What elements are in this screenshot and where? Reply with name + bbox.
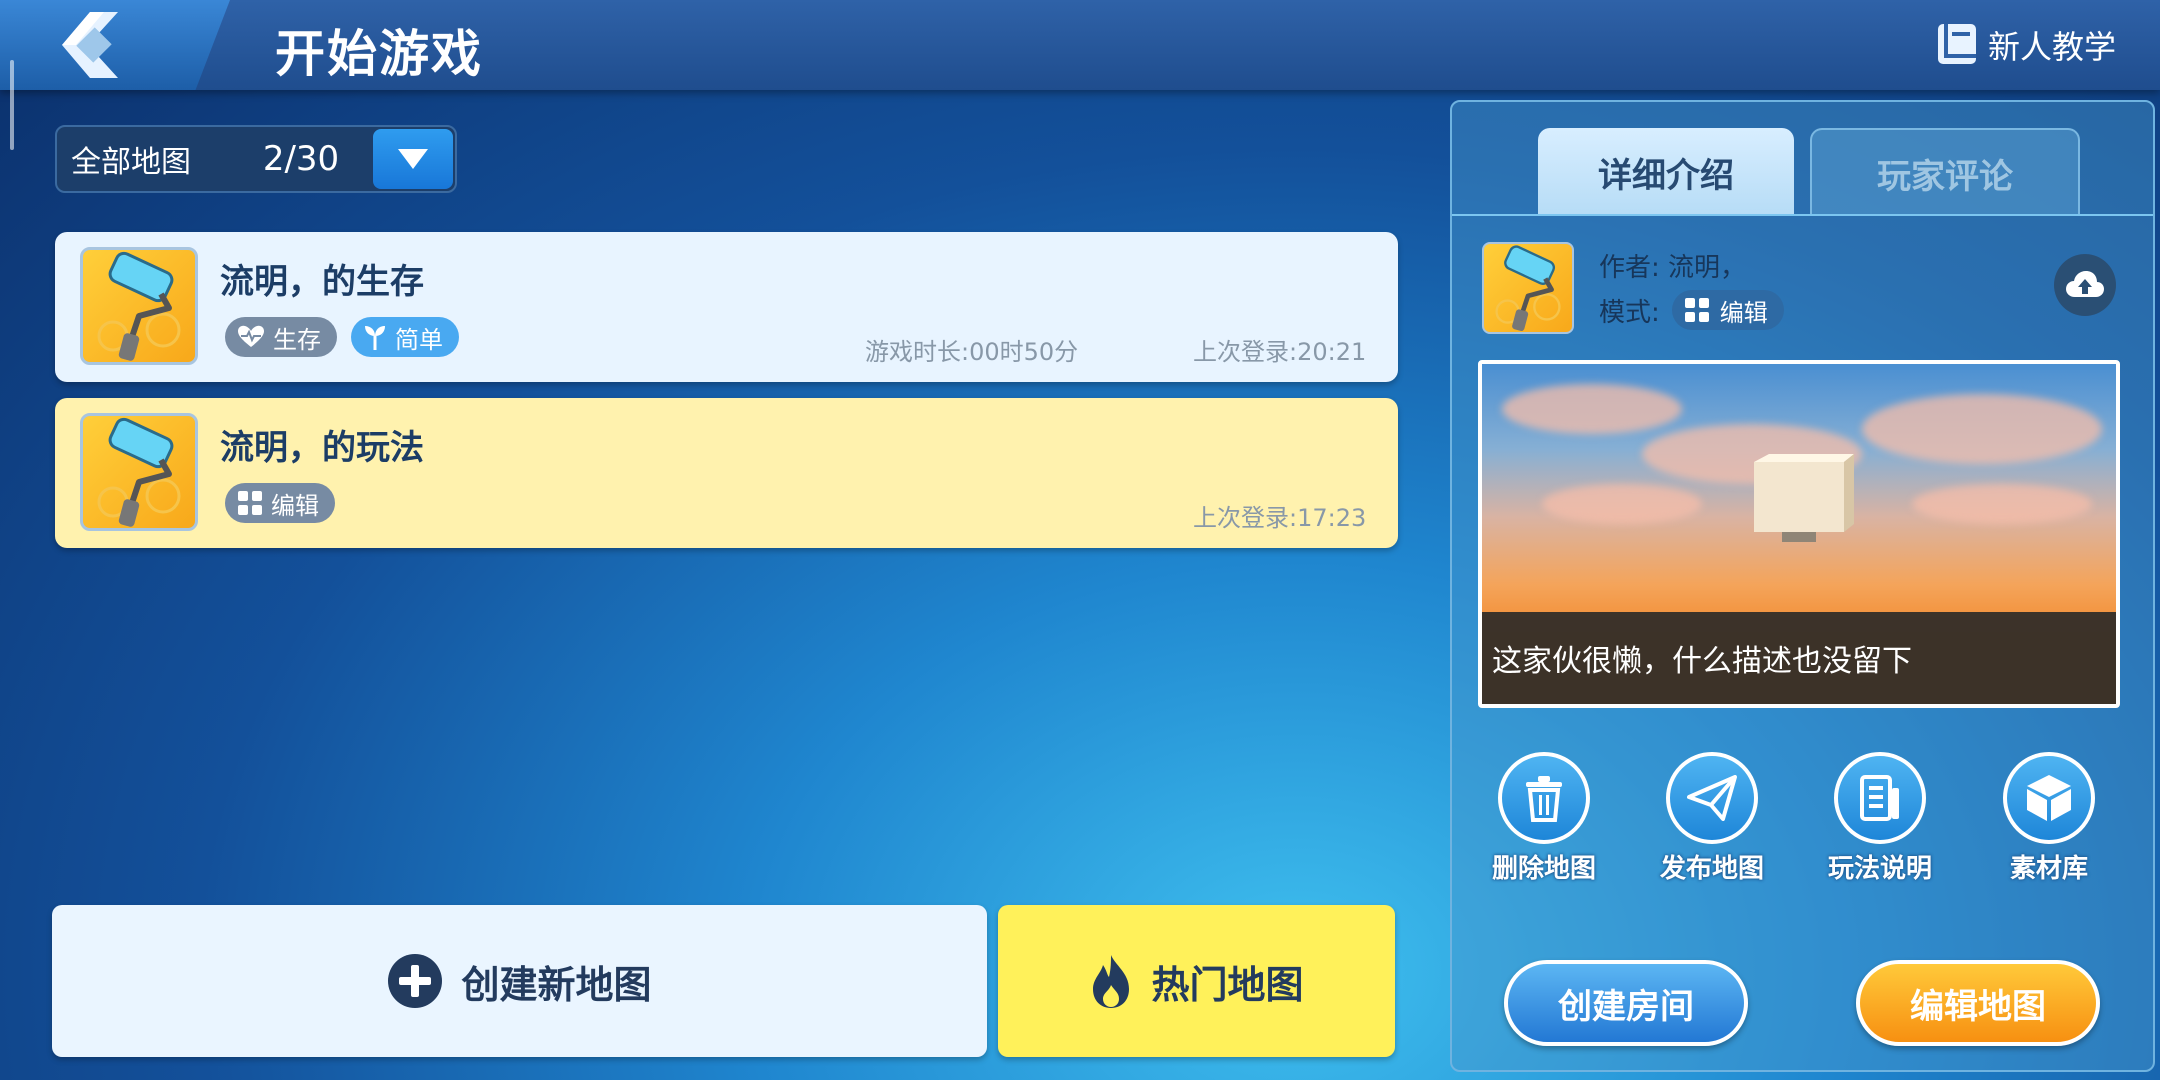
plus-circle-icon xyxy=(388,954,443,1008)
last-login: 上次登录:17:23 xyxy=(1193,504,1367,532)
publish-map-button[interactable]: 发布地图 xyxy=(1642,752,1782,885)
upload-button[interactable] xyxy=(2054,254,2116,316)
tutorial-button[interactable]: 新人教学 xyxy=(1936,20,2116,70)
map-list-item-selected[interactable]: 流明，的玩法 编辑 上次登录:17:23 xyxy=(55,398,1398,548)
last-login: 上次登录:20:21 xyxy=(1193,338,1367,366)
cloud xyxy=(1542,484,1702,524)
dropdown-button[interactable] xyxy=(373,129,453,189)
action-label: 玩法说明 xyxy=(1827,854,1932,884)
cloud xyxy=(1912,484,2092,524)
trash-icon xyxy=(1526,776,1562,822)
flame-icon xyxy=(1093,955,1130,1008)
mode-badge: 编辑 xyxy=(1671,290,1784,330)
map-preview-image: 这家伙很懒，什么描述也没留下 xyxy=(1478,360,2120,708)
triangle-down-icon xyxy=(398,149,428,169)
document-icon xyxy=(1860,775,1899,821)
mode-tag: 生存 xyxy=(225,317,337,357)
tutorial-label: 新人教学 xyxy=(1987,28,2116,66)
delete-map-button[interactable]: 删除地图 xyxy=(1474,752,1614,885)
map-thumbnail xyxy=(80,247,198,365)
hot-maps-button[interactable]: 热门地图 xyxy=(998,905,1395,1057)
block-cube-icon xyxy=(1754,454,1854,542)
back-button[interactable] xyxy=(0,0,230,90)
create-room-button[interactable]: 创建房间 xyxy=(1504,960,1748,1046)
page-title: 开始游戏 xyxy=(275,25,483,83)
gameplay-info-button[interactable]: 玩法说明 xyxy=(1810,752,1950,885)
scrollbar[interactable] xyxy=(10,60,14,150)
grid-icon xyxy=(238,491,262,515)
top-bar: 开始游戏 新人教学 xyxy=(0,0,2160,90)
cloud-upload-icon xyxy=(2066,271,2104,297)
map-count: 2/30 xyxy=(262,139,340,179)
tag-label: 简单 xyxy=(395,325,443,354)
difficulty-tag: 简单 xyxy=(351,317,459,357)
tab-divider xyxy=(1452,214,2153,216)
asset-library-button[interactable]: 素材库 xyxy=(1979,752,2119,885)
map-filter-select[interactable]: 全部地图 2/30 xyxy=(55,125,457,193)
author-info: 作者: 流明， xyxy=(1599,253,1747,283)
create-map-button[interactable]: 创建新地图 xyxy=(52,905,987,1057)
paper-plane-icon xyxy=(1687,775,1737,821)
sprout-icon xyxy=(365,326,385,350)
cube-icon xyxy=(2027,775,2071,821)
edit-map-button[interactable]: 编辑地图 xyxy=(1856,960,2100,1046)
mode-label: 模式: xyxy=(1599,297,1660,328)
action-label: 素材库 xyxy=(2009,854,2088,884)
paint-roller-icon xyxy=(97,417,181,527)
tag-label: 编辑 xyxy=(271,491,319,520)
tab-details[interactable]: 详细介绍 xyxy=(1538,128,1794,216)
hot-maps-label: 热门地图 xyxy=(1151,962,1304,1007)
book-icon xyxy=(1937,24,1976,64)
cloud xyxy=(1862,394,2102,464)
playtime: 游戏时长:00时50分 xyxy=(865,338,1079,366)
tag-label: 生存 xyxy=(273,325,321,354)
tab-comments[interactable]: 玩家评论 xyxy=(1810,128,2080,216)
map-title: 流明，的玩法 xyxy=(220,428,424,468)
filter-label: 全部地图 xyxy=(71,145,191,180)
mode-tag: 编辑 xyxy=(225,483,335,523)
create-map-label: 创建新地图 xyxy=(461,962,652,1007)
heart-pulse-icon xyxy=(238,325,264,347)
back-arrow-icon xyxy=(62,12,118,78)
action-label: 发布地图 xyxy=(1659,854,1764,884)
map-list-item[interactable]: 流明，的生存 生存 简单 游戏时长:00时50分 上次登录:20:21 xyxy=(55,232,1398,382)
action-label: 删除地图 xyxy=(1491,854,1596,884)
cloud xyxy=(1502,384,1682,434)
map-thumbnail xyxy=(80,413,198,531)
paint-roller-icon xyxy=(97,251,181,361)
map-thumbnail xyxy=(1482,242,1574,334)
map-description: 这家伙很懒，什么描述也没留下 xyxy=(1482,612,2116,704)
grid-icon xyxy=(1684,298,1709,322)
paint-roller-icon xyxy=(1495,245,1561,332)
map-title: 流明，的生存 xyxy=(220,262,424,302)
mode-value: 编辑 xyxy=(1719,298,1768,327)
map-detail-panel: 详细介绍 玩家评论 作者: 流明， 模式: 编辑 这家伙很懒，什么描述也没留下 … xyxy=(1450,100,2155,1072)
